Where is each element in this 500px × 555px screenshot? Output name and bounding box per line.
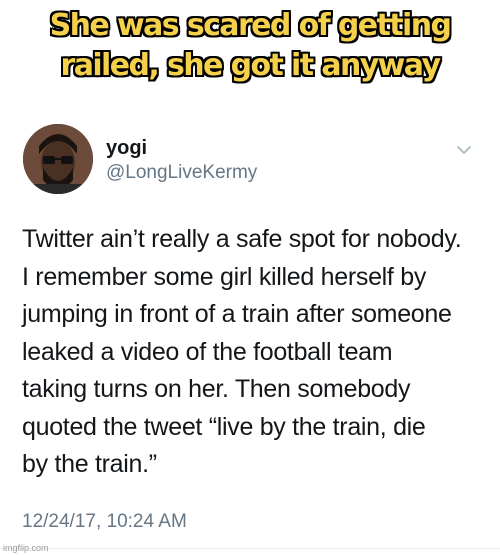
tweet-text: Twitter ain’t really a safe spot for nob…	[22, 221, 492, 484]
caption-line-2: railed, she got it anyway	[60, 48, 442, 83]
chevron-down-icon[interactable]	[456, 144, 472, 156]
tweet-card: yogi @LongLiveKermy Twitter ain’t really…	[0, 110, 500, 555]
tweet-text-line: jumping in front of a train after someon…	[22, 300, 452, 328]
watermark: imgflip.com	[3, 543, 49, 553]
tweet-text-line: quoted the tweet “live by the train, die	[22, 412, 426, 441]
avatar[interactable]	[23, 124, 93, 194]
avatar-image	[23, 124, 93, 194]
author-handle[interactable]: @LongLiveKermy	[106, 162, 257, 184]
tweet-text-line: leaked a video of the football team	[22, 337, 393, 366]
divider	[0, 548, 500, 549]
tweet-text-line: Twitter ain’t really a safe spot for nob…	[22, 225, 462, 253]
caption-line-1: She was scared of getting	[49, 8, 452, 43]
meme-caption: She was scared of getting railed, she go…	[0, 6, 500, 86]
tweet-timestamp[interactable]: 12/24/17, 10:24 AM	[22, 511, 187, 533]
author-name[interactable]: yogi	[106, 137, 147, 160]
tweet-text-line: taking turns on her. Then somebody	[22, 375, 411, 403]
tweet-text-line: I remember some girl killed herself by	[22, 262, 427, 291]
tweet-text-line: by the train.”	[22, 450, 157, 478]
